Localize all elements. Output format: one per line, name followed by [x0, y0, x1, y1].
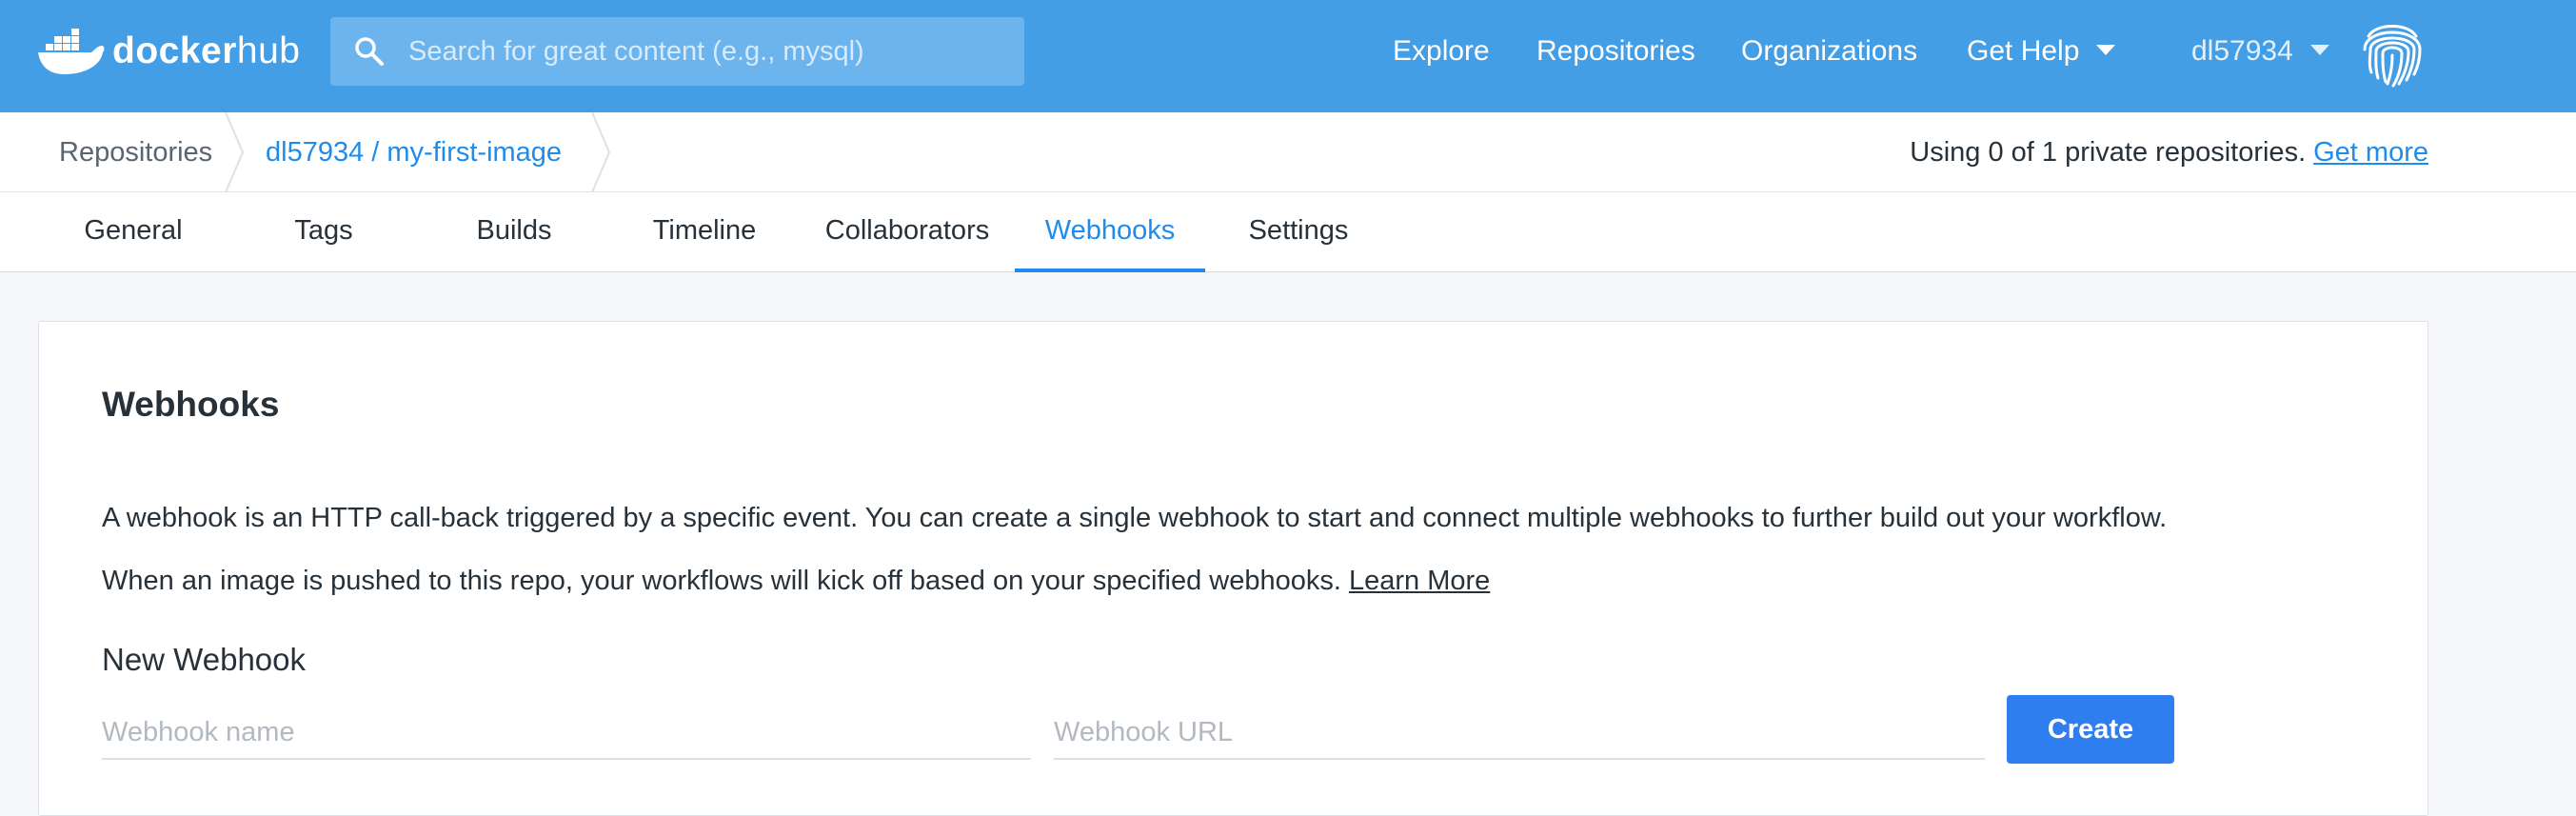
docker-hub-logo[interactable]: dockerhub	[36, 21, 300, 82]
nav-repositories[interactable]: Repositories	[1536, 29, 1695, 74]
nav-explore[interactable]: Explore	[1393, 29, 1490, 74]
chevron-down-icon	[2309, 44, 2329, 55]
tab-tags[interactable]: Tags	[251, 192, 396, 272]
logo-text: dockerhub	[112, 30, 301, 71]
breadcrumb-repositories[interactable]: Repositories	[59, 112, 212, 192]
username: dl57934	[2191, 35, 2293, 67]
tab-collaborators[interactable]: Collaborators	[817, 192, 998, 272]
nav-get-help[interactable]: Get Help	[1967, 29, 2116, 74]
tab-timeline[interactable]: Timeline	[632, 192, 777, 272]
search-input[interactable]	[406, 34, 1016, 69]
breadcrumb-separator	[225, 112, 245, 192]
user-menu[interactable]: dl57934	[2191, 29, 2329, 74]
get-more-link[interactable]: Get more	[2313, 137, 2428, 168]
docker-whale-icon	[38, 29, 105, 74]
repo-tabs: General Tags Builds Timeline Collaborato…	[0, 192, 2576, 272]
top-navbar: dockerhub Explore Repositories Organizat…	[0, 0, 2576, 112]
webhooks-card: Webhooks A webhook is an HTTP call-back …	[38, 321, 2428, 816]
fingerprint-icon[interactable]	[2359, 17, 2426, 88]
breadcrumb: Repositories dl57934 / my-first-image Us…	[0, 112, 2576, 192]
push-description-text: When an image is pushed to this repo, yo…	[102, 566, 1341, 596]
usage-text: Using 0 of 1 private repositories.	[1910, 137, 2307, 168]
webhook-push-description: When an image is pushed to this repo, yo…	[102, 566, 1490, 597]
webhook-url-input[interactable]	[1054, 707, 1985, 760]
breadcrumb-separator	[591, 112, 611, 192]
create-button[interactable]: Create	[2007, 695, 2174, 764]
breadcrumb-repo-name[interactable]: dl57934 / my-first-image	[266, 112, 562, 192]
search-icon	[355, 37, 384, 66]
webhook-description: A webhook is an HTTP call-back triggered…	[102, 503, 2168, 533]
learn-more-link[interactable]: Learn More	[1349, 566, 1490, 596]
tab-general[interactable]: General	[61, 192, 206, 272]
search-bar[interactable]	[330, 17, 1024, 86]
tab-webhooks[interactable]: Webhooks	[1015, 192, 1205, 272]
tab-settings[interactable]: Settings	[1226, 192, 1371, 272]
tab-builds[interactable]: Builds	[442, 192, 586, 272]
get-help-label: Get Help	[1967, 35, 2080, 67]
new-webhook-title: New Webhook	[102, 642, 307, 677]
private-repo-usage: Using 0 of 1 private repositories. Get mo…	[1910, 112, 2428, 192]
nav-organizations[interactable]: Organizations	[1741, 29, 1917, 74]
card-title: Webhooks	[102, 385, 280, 424]
webhook-name-input[interactable]	[102, 707, 1031, 760]
chevron-down-icon	[2096, 44, 2116, 55]
